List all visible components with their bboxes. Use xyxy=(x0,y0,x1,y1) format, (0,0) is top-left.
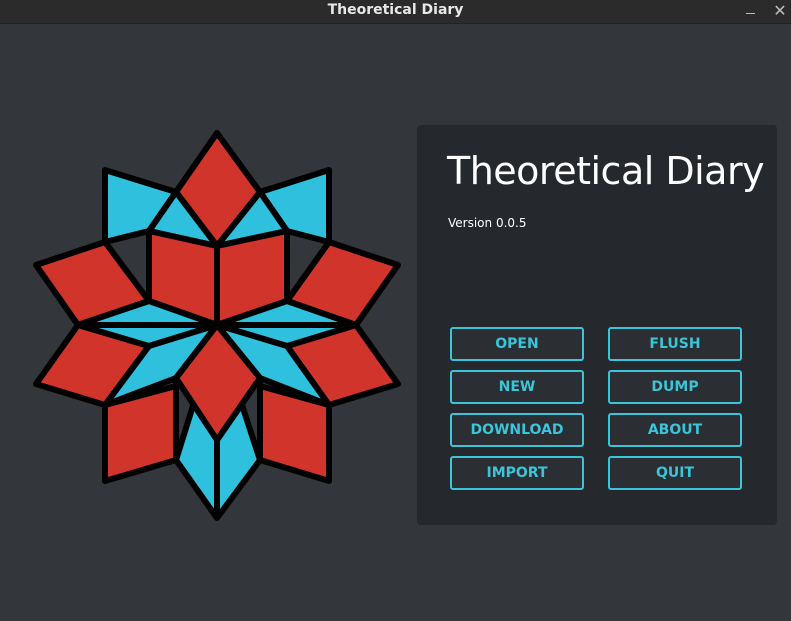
window-title: Theoretical Diary xyxy=(327,2,464,18)
dump-button[interactable]: DUMP xyxy=(608,370,742,404)
about-button[interactable]: ABOUT xyxy=(608,413,742,447)
open-button[interactable]: OPEN xyxy=(450,327,584,361)
new-button[interactable]: NEW xyxy=(450,370,584,404)
star-mosaic-logo xyxy=(33,130,401,521)
app-title: Theoretical Diary xyxy=(447,149,765,193)
close-button[interactable]: ✕ xyxy=(770,2,790,20)
close-icon: ✕ xyxy=(773,1,787,20)
download-button[interactable]: DOWNLOAD xyxy=(450,413,584,447)
version-label: Version 0.0.5 xyxy=(448,216,527,230)
main-panel: Theoretical Diary Version 0.0.5 OPEN FLU… xyxy=(417,125,777,525)
logo-tile-lower-left-red xyxy=(102,383,179,484)
flush-button[interactable]: FLUSH xyxy=(608,327,742,361)
minimize-icon xyxy=(746,13,755,14)
minimize-button[interactable] xyxy=(741,2,761,20)
title-bar[interactable]: Theoretical Diary ✕ xyxy=(0,0,791,24)
quit-button[interactable]: QUIT xyxy=(608,456,742,490)
import-button[interactable]: IMPORT xyxy=(450,456,584,490)
logo-tile-lower-right-red xyxy=(257,383,332,484)
app-window: Theoretical Diary ✕ Theoretical Diary Ve… xyxy=(0,0,791,621)
